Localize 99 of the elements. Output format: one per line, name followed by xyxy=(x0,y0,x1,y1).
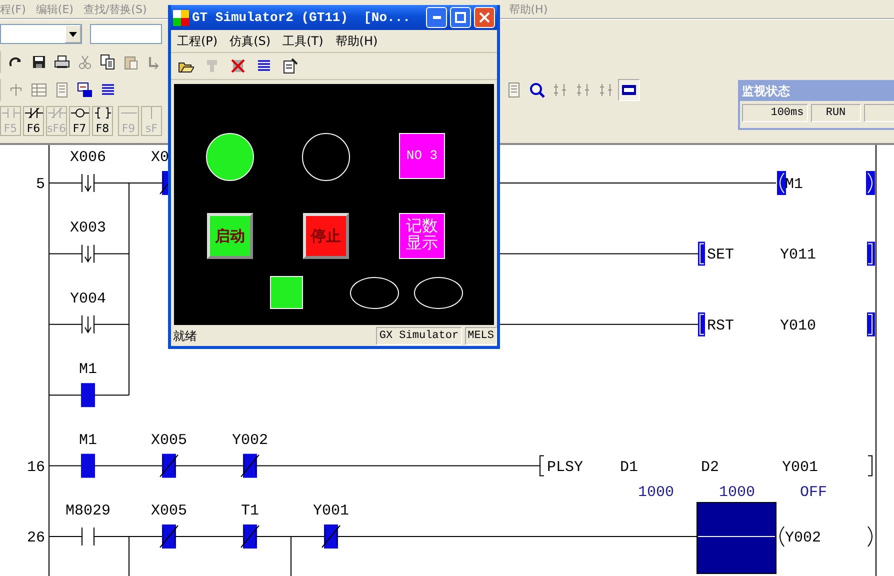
toolbar-button[interactable] xyxy=(618,79,640,101)
coil-label: M1 xyxy=(785,176,804,193)
operand-label: Y011 xyxy=(780,246,816,264)
device-label: X003 xyxy=(70,220,106,237)
clipboard-icon xyxy=(123,54,139,70)
rung-wire xyxy=(94,536,164,537)
close-button[interactable] xyxy=(474,7,495,28)
closed-contact-icon xyxy=(24,107,42,119)
coil-label: Y002 xyxy=(785,530,822,546)
sheet-icon xyxy=(506,82,522,98)
step-bars-icon xyxy=(598,82,614,98)
device-label: X006 xyxy=(70,149,106,166)
step-number: 5 xyxy=(36,176,45,193)
menu-item[interactable]: 帮助(H) xyxy=(329,32,384,50)
tool-icon xyxy=(204,58,220,74)
minimize-icon xyxy=(432,16,440,19)
maximize-icon xyxy=(455,12,466,23)
step-number: 16 xyxy=(26,458,45,476)
list-icon xyxy=(100,82,116,98)
printer-icon xyxy=(54,54,70,70)
function-key-button[interactable]: F8 xyxy=(92,106,113,136)
menu-item[interactable]: 工具(T) xyxy=(276,32,330,50)
menu-item[interactable]: 帮助(H) xyxy=(504,2,553,16)
app-logo-icon xyxy=(173,10,189,26)
menu-item[interactable]: 仿真(S) xyxy=(224,32,277,50)
rung-wire xyxy=(48,182,82,184)
device-label: Y004 xyxy=(70,290,106,308)
status-text: GX Simulator xyxy=(376,327,462,345)
device-label: M8029 xyxy=(66,502,110,520)
operand-label: D2 xyxy=(701,458,720,476)
status-field: RUN xyxy=(810,104,861,122)
operand-label: Y010 xyxy=(780,317,816,334)
rung-wire xyxy=(256,536,326,537)
step-bars-icon xyxy=(575,82,591,98)
monitor-value: 1000 xyxy=(719,484,756,501)
rung-wire xyxy=(48,394,82,396)
menu-item[interactable]: 工程(P) xyxy=(171,32,224,50)
menu-item[interactable]: 编辑(E) xyxy=(30,2,78,16)
vertical-line-icon xyxy=(150,107,153,119)
step-number: 26 xyxy=(26,530,45,546)
scissors-icon xyxy=(77,54,93,70)
menu-item[interactable]: 程(F) xyxy=(0,2,31,16)
maximize-button[interactable] xyxy=(450,7,471,28)
rung-wire xyxy=(174,536,244,537)
monitor-icon xyxy=(621,82,637,98)
sheet-icon xyxy=(54,82,70,98)
rung-wire xyxy=(94,465,164,466)
ladder-window-icon xyxy=(77,82,93,98)
rung-wire xyxy=(48,465,82,466)
rung-wire xyxy=(174,465,244,466)
copy-pages-icon xyxy=(100,54,116,70)
coil-icon xyxy=(70,107,88,119)
instruction-name: RST xyxy=(707,317,734,334)
caret-icon xyxy=(69,32,77,36)
status-field: 100ms xyxy=(742,104,808,122)
status-field xyxy=(864,104,894,122)
step-bars-icon xyxy=(552,82,568,98)
operand-label: D1 xyxy=(620,458,638,476)
instruction-name: PLSY xyxy=(547,458,584,476)
crossed-out-icon xyxy=(230,58,246,74)
menu-item[interactable]: 查找/替换(S) xyxy=(78,2,152,16)
device-label: X005 xyxy=(151,432,187,449)
minimize-button[interactable] xyxy=(426,7,447,28)
numeric-display: NO 3 xyxy=(399,133,445,179)
list-icon xyxy=(256,58,272,74)
monitor-value: OFF xyxy=(800,484,828,501)
panel-title: 监视状态 xyxy=(740,82,894,101)
hmi-button[interactable]: 停止 xyxy=(303,213,349,259)
dropdown-field[interactable] xyxy=(0,24,82,44)
brackets-icon xyxy=(94,107,112,119)
status-text: MELS xyxy=(464,327,497,345)
device-label: Y002 xyxy=(232,432,268,449)
device-label: M1 xyxy=(79,361,97,378)
rung-wire xyxy=(48,536,82,537)
device-label: Y001 xyxy=(313,502,349,520)
device-label: M1 xyxy=(79,432,97,449)
search-icon xyxy=(529,82,545,98)
close-icon xyxy=(479,12,490,23)
properties-sheet-icon xyxy=(282,58,298,74)
open-contact-icon xyxy=(2,107,20,119)
window-title: GT Simulator2 (GT11) [No... xyxy=(192,10,412,25)
tree-icon xyxy=(8,82,24,98)
instruction-name: SET xyxy=(707,246,734,264)
monitor-value: 1000 xyxy=(638,484,674,501)
rung-wire xyxy=(48,253,82,254)
status-text: 就绪 xyxy=(172,328,198,344)
dropdown-button[interactable] xyxy=(65,25,81,43)
grid-icon xyxy=(31,82,47,98)
rung-wire xyxy=(48,324,82,325)
function-key-button[interactable]: F6 xyxy=(23,106,44,136)
device-label: T1 xyxy=(241,502,259,520)
closed-contact-icon xyxy=(48,107,66,119)
device-label: X0 xyxy=(151,149,170,166)
function-key-button[interactable]: F7 xyxy=(69,106,90,136)
device-label: X005 xyxy=(151,502,187,520)
hmi-button[interactable]: 启动 xyxy=(207,213,253,259)
numeric-display: 记数显示 xyxy=(399,213,445,259)
operand-label: Y001 xyxy=(782,458,818,476)
text-field[interactable] xyxy=(90,24,162,44)
